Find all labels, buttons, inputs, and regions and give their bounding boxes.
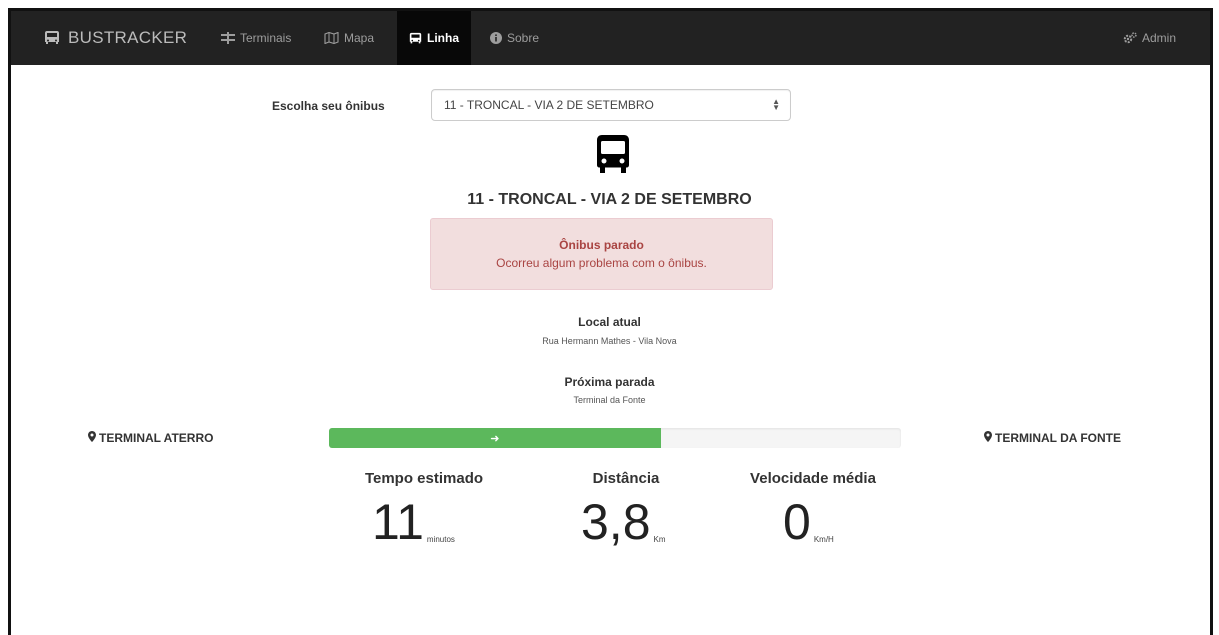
admin-menu[interactable]: Admin <box>1123 11 1176 65</box>
nav-item-terminais[interactable]: Terminais <box>221 11 291 65</box>
metric-label-tempo: Tempo estimado <box>364 470 484 487</box>
alert-message: Ocorreu algum problema com o ônibus. <box>496 256 707 270</box>
info-icon <box>490 32 502 44</box>
nav-item-linha[interactable]: Linha <box>397 11 471 65</box>
metric-value: 0 <box>783 494 811 550</box>
nav-item-mapa[interactable]: Mapa <box>324 11 374 65</box>
bus-icon <box>596 133 630 180</box>
bus-select-value: 11 - TRONCAL - VIA 2 DE SETEMBRO <box>444 98 654 112</box>
map-marker-icon <box>88 431 96 445</box>
route-title: 11 - TRONCAL - VIA 2 DE SETEMBRO <box>11 191 1210 209</box>
nav-item-sobre[interactable]: Sobre <box>490 11 539 65</box>
alert-title: Ônibus parado <box>559 238 644 252</box>
app-window: BUSTRACKER Terminais Mapa Linha Sobre Ad… <box>8 8 1213 635</box>
next-stop-value: Terminal da Fonte <box>11 395 1210 405</box>
current-location-label-text: Local atual <box>578 315 641 329</box>
bus-icon <box>44 30 60 46</box>
metric-unit: Km/H <box>813 535 834 544</box>
nav-item-label: Linha <box>427 31 459 45</box>
brand-link[interactable]: BUSTRACKER <box>44 11 187 65</box>
metric-label-distancia: Distância <box>592 470 660 487</box>
nav-item-label: Sobre <box>507 31 540 45</box>
nav-item-label: Mapa <box>344 31 375 45</box>
next-stop-label: Próxima parada <box>11 375 1210 389</box>
origin-terminal-label: TERMINAL ATERRO <box>99 431 214 445</box>
navbar: BUSTRACKER Terminais Mapa Linha Sobre Ad… <box>11 11 1210 65</box>
destination-terminal-label: TERMINAL DA FONTE <box>995 431 1121 445</box>
bus-icon <box>409 32 422 45</box>
admin-label: Admin <box>1142 31 1177 45</box>
metric-unit: Km <box>653 535 666 544</box>
metric-tempo: 11 minutos <box>372 497 455 547</box>
map-marker-icon <box>984 431 992 445</box>
gears-icon <box>1123 32 1137 44</box>
bus-select-label: Escolha seu ônibus <box>272 99 385 113</box>
next-stop-value-text: Terminal da Fonte <box>573 395 646 405</box>
road-icon <box>221 32 235 44</box>
metric-velocidade: 0 Km/H <box>783 497 834 547</box>
metric-distancia: 3,8 Km <box>581 497 666 547</box>
status-alert: Ônibus parado Ocorreu algum problema com… <box>430 218 773 290</box>
metric-value: 3,8 <box>581 494 651 550</box>
metric-value: 11 <box>372 494 424 550</box>
brand-label: BUSTRACKER <box>68 28 188 47</box>
origin-terminal: TERMINAL ATERRO <box>88 431 213 445</box>
next-stop-label-text: Próxima parada <box>564 375 655 389</box>
metric-label-velocidade: Velocidade média <box>750 470 876 487</box>
map-icon <box>324 32 339 44</box>
destination-terminal: TERMINAL DA FONTE <box>984 431 1121 445</box>
arrow-right-icon: ➜ <box>490 432 500 445</box>
nav-item-label: Terminais <box>240 31 292 45</box>
route-title-text: 11 - TRONCAL - VIA 2 DE SETEMBRO <box>467 191 752 208</box>
metric-unit: minutos <box>426 535 455 544</box>
trip-progress-bar: ➜ <box>329 428 901 448</box>
select-arrows-icon: ▲ ▼ <box>772 97 780 112</box>
bus-select[interactable]: 11 - TRONCAL - VIA 2 DE SETEMBRO ▲ ▼ <box>431 89 791 121</box>
current-location-value: Rua Hermann Mathes - Vila Nova <box>11 336 1210 346</box>
current-location-label: Local atual <box>11 315 1210 329</box>
trip-progress-fill: ➜ <box>329 428 661 448</box>
current-location-value-text: Rua Hermann Mathes - Vila Nova <box>542 336 677 346</box>
